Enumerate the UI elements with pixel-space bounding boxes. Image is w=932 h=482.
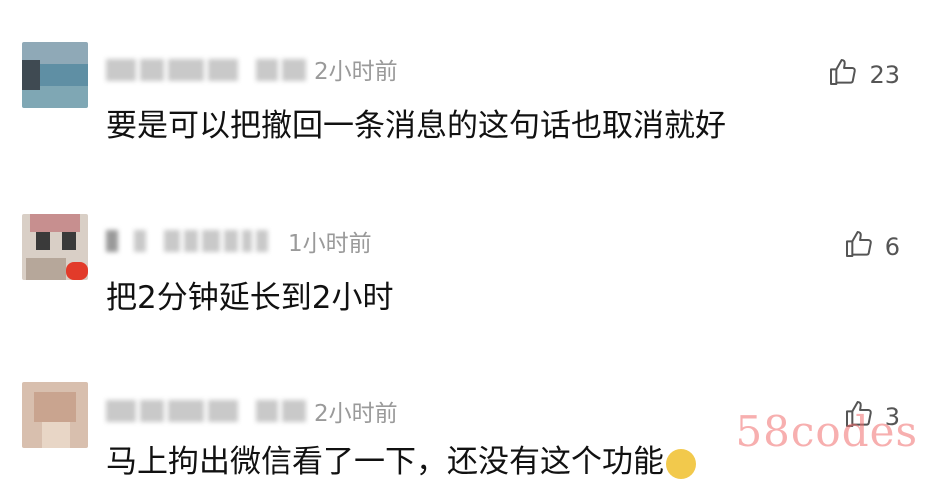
timestamp: 1小时前 [288,231,372,257]
username-blurred[interactable] [106,230,268,252]
like-count: 23 [869,61,900,89]
timestamp: 2小时前 [314,59,398,85]
like-button[interactable]: 23 [827,56,900,94]
avatar[interactable] [22,382,88,448]
like-count: 6 [884,233,900,261]
comment-text: 把2分钟延长到2小时 [106,280,394,316]
thumbs-up-icon [843,228,875,266]
timestamp: 2小时前 [314,401,398,427]
username-blurred[interactable] [106,400,306,422]
avatar[interactable] [22,42,88,108]
username-blurred[interactable] [106,59,306,81]
thumbs-up-icon [827,56,859,94]
emoji-icon [666,448,696,479]
comment-text: 要是可以把撤回一条消息的这句话也取消就好 [106,108,726,144]
comment-text-content: 马上拘出微信看了一下，还没有这个功能 [106,444,664,480]
avatar[interactable] [22,214,88,280]
watermark: 58codes [735,407,918,456]
comment-text: 马上拘出微信看了一下，还没有这个功能 [106,442,696,482]
like-button[interactable]: 6 [843,228,900,266]
